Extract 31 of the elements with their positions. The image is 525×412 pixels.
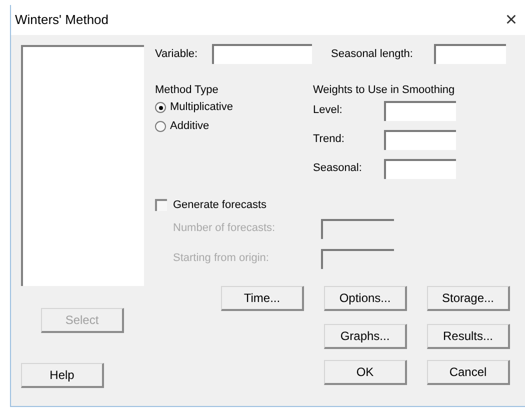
seasonal-length-field[interactable] — [434, 44, 506, 64]
field-label: Level: — [313, 103, 344, 118]
group-label: Weights to Use in Smoothing — [313, 83, 456, 96]
field-label: Seasonal length: — [331, 46, 414, 62]
field-label: Starting from origin: — [173, 251, 270, 266]
dialog-button[interactable]: Cancel — [427, 360, 510, 384]
dialog-button[interactable]: Results... — [427, 324, 510, 348]
window-title: Winters' Method — [15, 11, 109, 30]
radio-button[interactable] — [155, 102, 166, 113]
weight-field[interactable] — [384, 130, 456, 150]
dialog-button[interactable]: Options... — [324, 286, 407, 310]
checkbox-label: Generate forecasts — [173, 198, 267, 213]
dialog-button[interactable]: Graphs... — [324, 324, 407, 348]
radio-label: Additive — [170, 119, 210, 134]
group-label: Method Type — [155, 83, 220, 98]
close-button[interactable]: × — [505, 10, 521, 30]
field-label: Seasonal: — [313, 161, 363, 176]
dialog-button[interactable]: OK — [324, 360, 407, 384]
field-label: Trend: — [313, 132, 346, 148]
radio-button[interactable] — [155, 121, 166, 132]
field-label: Variable: — [155, 46, 199, 62]
dialog-button[interactable]: Time... — [221, 286, 304, 310]
field-label: Number of forecasts: — [173, 221, 276, 236]
variable-list[interactable] — [21, 45, 144, 286]
checkbox[interactable] — [155, 199, 167, 212]
variable-field[interactable] — [212, 44, 312, 64]
dialog-button[interactable]: Help — [21, 363, 104, 388]
dialog-button[interactable]: Storage... — [427, 286, 510, 310]
weight-field[interactable] — [384, 158, 456, 178]
weight-field[interactable] — [384, 100, 456, 120]
radio-label: Multiplicative — [170, 100, 233, 116]
